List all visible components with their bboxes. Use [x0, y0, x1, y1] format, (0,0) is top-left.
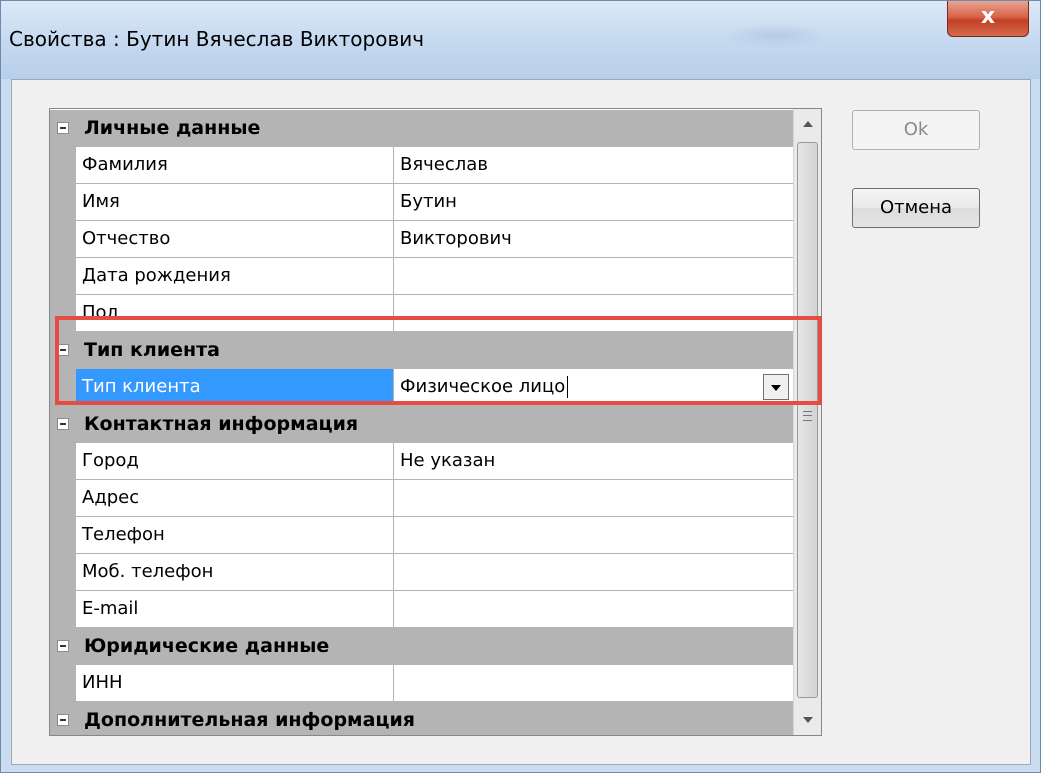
property-row[interactable]: E-mail — [50, 591, 793, 628]
ok-button[interactable]: Ok — [852, 110, 980, 150]
property-name-cell[interactable]: E-mail — [76, 591, 394, 628]
close-button[interactable]: x — [947, 1, 1029, 37]
property-name: Имя — [82, 191, 120, 212]
gutter — [50, 554, 76, 591]
gutter — [50, 480, 76, 517]
property-value: Вячеслав — [400, 154, 488, 175]
property-name: Город — [82, 450, 139, 471]
property-row[interactable]: Адрес — [50, 480, 793, 517]
scroll-up-arrow-icon[interactable] — [794, 109, 821, 139]
vertical-scrollbar[interactable] — [793, 109, 821, 735]
property-name: E-mail — [82, 598, 139, 619]
gutter — [50, 628, 76, 665]
property-value-cell[interactable] — [394, 591, 793, 628]
category-label: Контактная информация — [84, 413, 359, 435]
property-name-cell[interactable]: Моб. телефон — [76, 554, 394, 591]
collapse-minus-icon[interactable] — [57, 714, 69, 726]
property-row[interactable]: Имя Бутин — [50, 184, 793, 221]
property-row[interactable]: Моб. телефон — [50, 554, 793, 591]
gutter — [50, 110, 76, 147]
property-value-cell[interactable]: Бутин — [394, 184, 793, 221]
category-label: Юридические данные — [84, 635, 330, 657]
gutter — [50, 443, 76, 480]
property-value: Не указан — [400, 450, 496, 471]
gutter — [50, 665, 76, 702]
category-row[interactable]: Дополнительная информация — [50, 702, 793, 735]
property-name: Дата рождения — [82, 265, 231, 286]
category-row[interactable]: Личные данные — [50, 110, 793, 147]
property-name-cell[interactable]: Телефон — [76, 517, 394, 554]
property-name: Адрес — [82, 487, 140, 508]
title-bar[interactable]: Свойства : Бутин Вячеслав Викторович x — [1, 1, 1040, 79]
gutter — [50, 406, 76, 443]
property-value-cell[interactable] — [394, 517, 793, 554]
property-row[interactable]: Город Не указан — [50, 443, 793, 480]
property-name: ИНН — [82, 672, 123, 693]
gutter — [50, 258, 76, 295]
property-row[interactable]: Фамилия Вячеслав — [50, 147, 793, 184]
scroll-thumb[interactable] — [797, 142, 818, 698]
property-value: Бутин — [400, 191, 457, 212]
property-row[interactable]: Дата рождения — [50, 258, 793, 295]
gutter — [50, 702, 76, 735]
highlight-box-client-type — [55, 316, 822, 405]
scroll-down-arrow-icon[interactable] — [794, 705, 821, 735]
property-value: Викторович — [400, 228, 512, 249]
property-value-cell[interactable]: Вячеслав — [394, 147, 793, 184]
property-name: Телефон — [82, 524, 165, 545]
property-name-cell[interactable]: Имя — [76, 184, 394, 221]
property-name-cell[interactable]: Адрес — [76, 480, 394, 517]
property-name: Моб. телефон — [82, 561, 214, 582]
property-value-cell[interactable] — [394, 554, 793, 591]
property-grid: Личные данные Фамилия Вячеслав Имя Бутин Отче… — [49, 108, 822, 736]
property-name-cell[interactable]: ИНН — [76, 665, 394, 702]
title-bar-glow — [721, 23, 831, 49]
category-row[interactable]: Контактная информация — [50, 406, 793, 443]
gutter — [50, 221, 76, 258]
scroll-grip-icon — [803, 411, 812, 421]
gutter — [50, 517, 76, 554]
property-row[interactable]: ИНН — [50, 665, 793, 702]
property-value-cell[interactable] — [394, 480, 793, 517]
property-name-cell[interactable]: Дата рождения — [76, 258, 394, 295]
close-icon: x — [980, 4, 996, 29]
property-value-cell[interactable] — [394, 258, 793, 295]
property-name-cell[interactable]: Отчество — [76, 221, 394, 258]
category-row[interactable]: Юридические данные — [50, 628, 793, 665]
category-label: Дополнительная информация — [84, 709, 415, 731]
gutter — [50, 591, 76, 628]
property-row[interactable]: Телефон — [50, 517, 793, 554]
property-name: Фамилия — [82, 154, 168, 175]
gutter — [50, 184, 76, 221]
properties-dialog: Свойства : Бутин Вячеслав Викторович x Л… — [0, 0, 1041, 773]
property-value-cell[interactable]: Не указан — [394, 443, 793, 480]
property-name: Отчество — [82, 228, 171, 249]
property-row[interactable]: Отчество Викторович — [50, 221, 793, 258]
cancel-button[interactable]: Отмена — [852, 188, 980, 228]
collapse-minus-icon[interactable] — [57, 640, 69, 652]
property-name-cell[interactable]: Город — [76, 443, 394, 480]
property-value-cell[interactable]: Викторович — [394, 221, 793, 258]
window-title: Свойства : Бутин Вячеслав Викторович — [9, 27, 425, 51]
collapse-minus-icon[interactable] — [57, 122, 69, 134]
property-name-cell[interactable]: Фамилия — [76, 147, 394, 184]
dialog-client-area: Личные данные Фамилия Вячеслав Имя Бутин Отче… — [11, 79, 1031, 765]
category-label: Личные данные — [84, 117, 261, 139]
collapse-minus-icon[interactable] — [57, 418, 69, 430]
gutter — [50, 147, 76, 184]
property-value-cell[interactable] — [394, 665, 793, 702]
